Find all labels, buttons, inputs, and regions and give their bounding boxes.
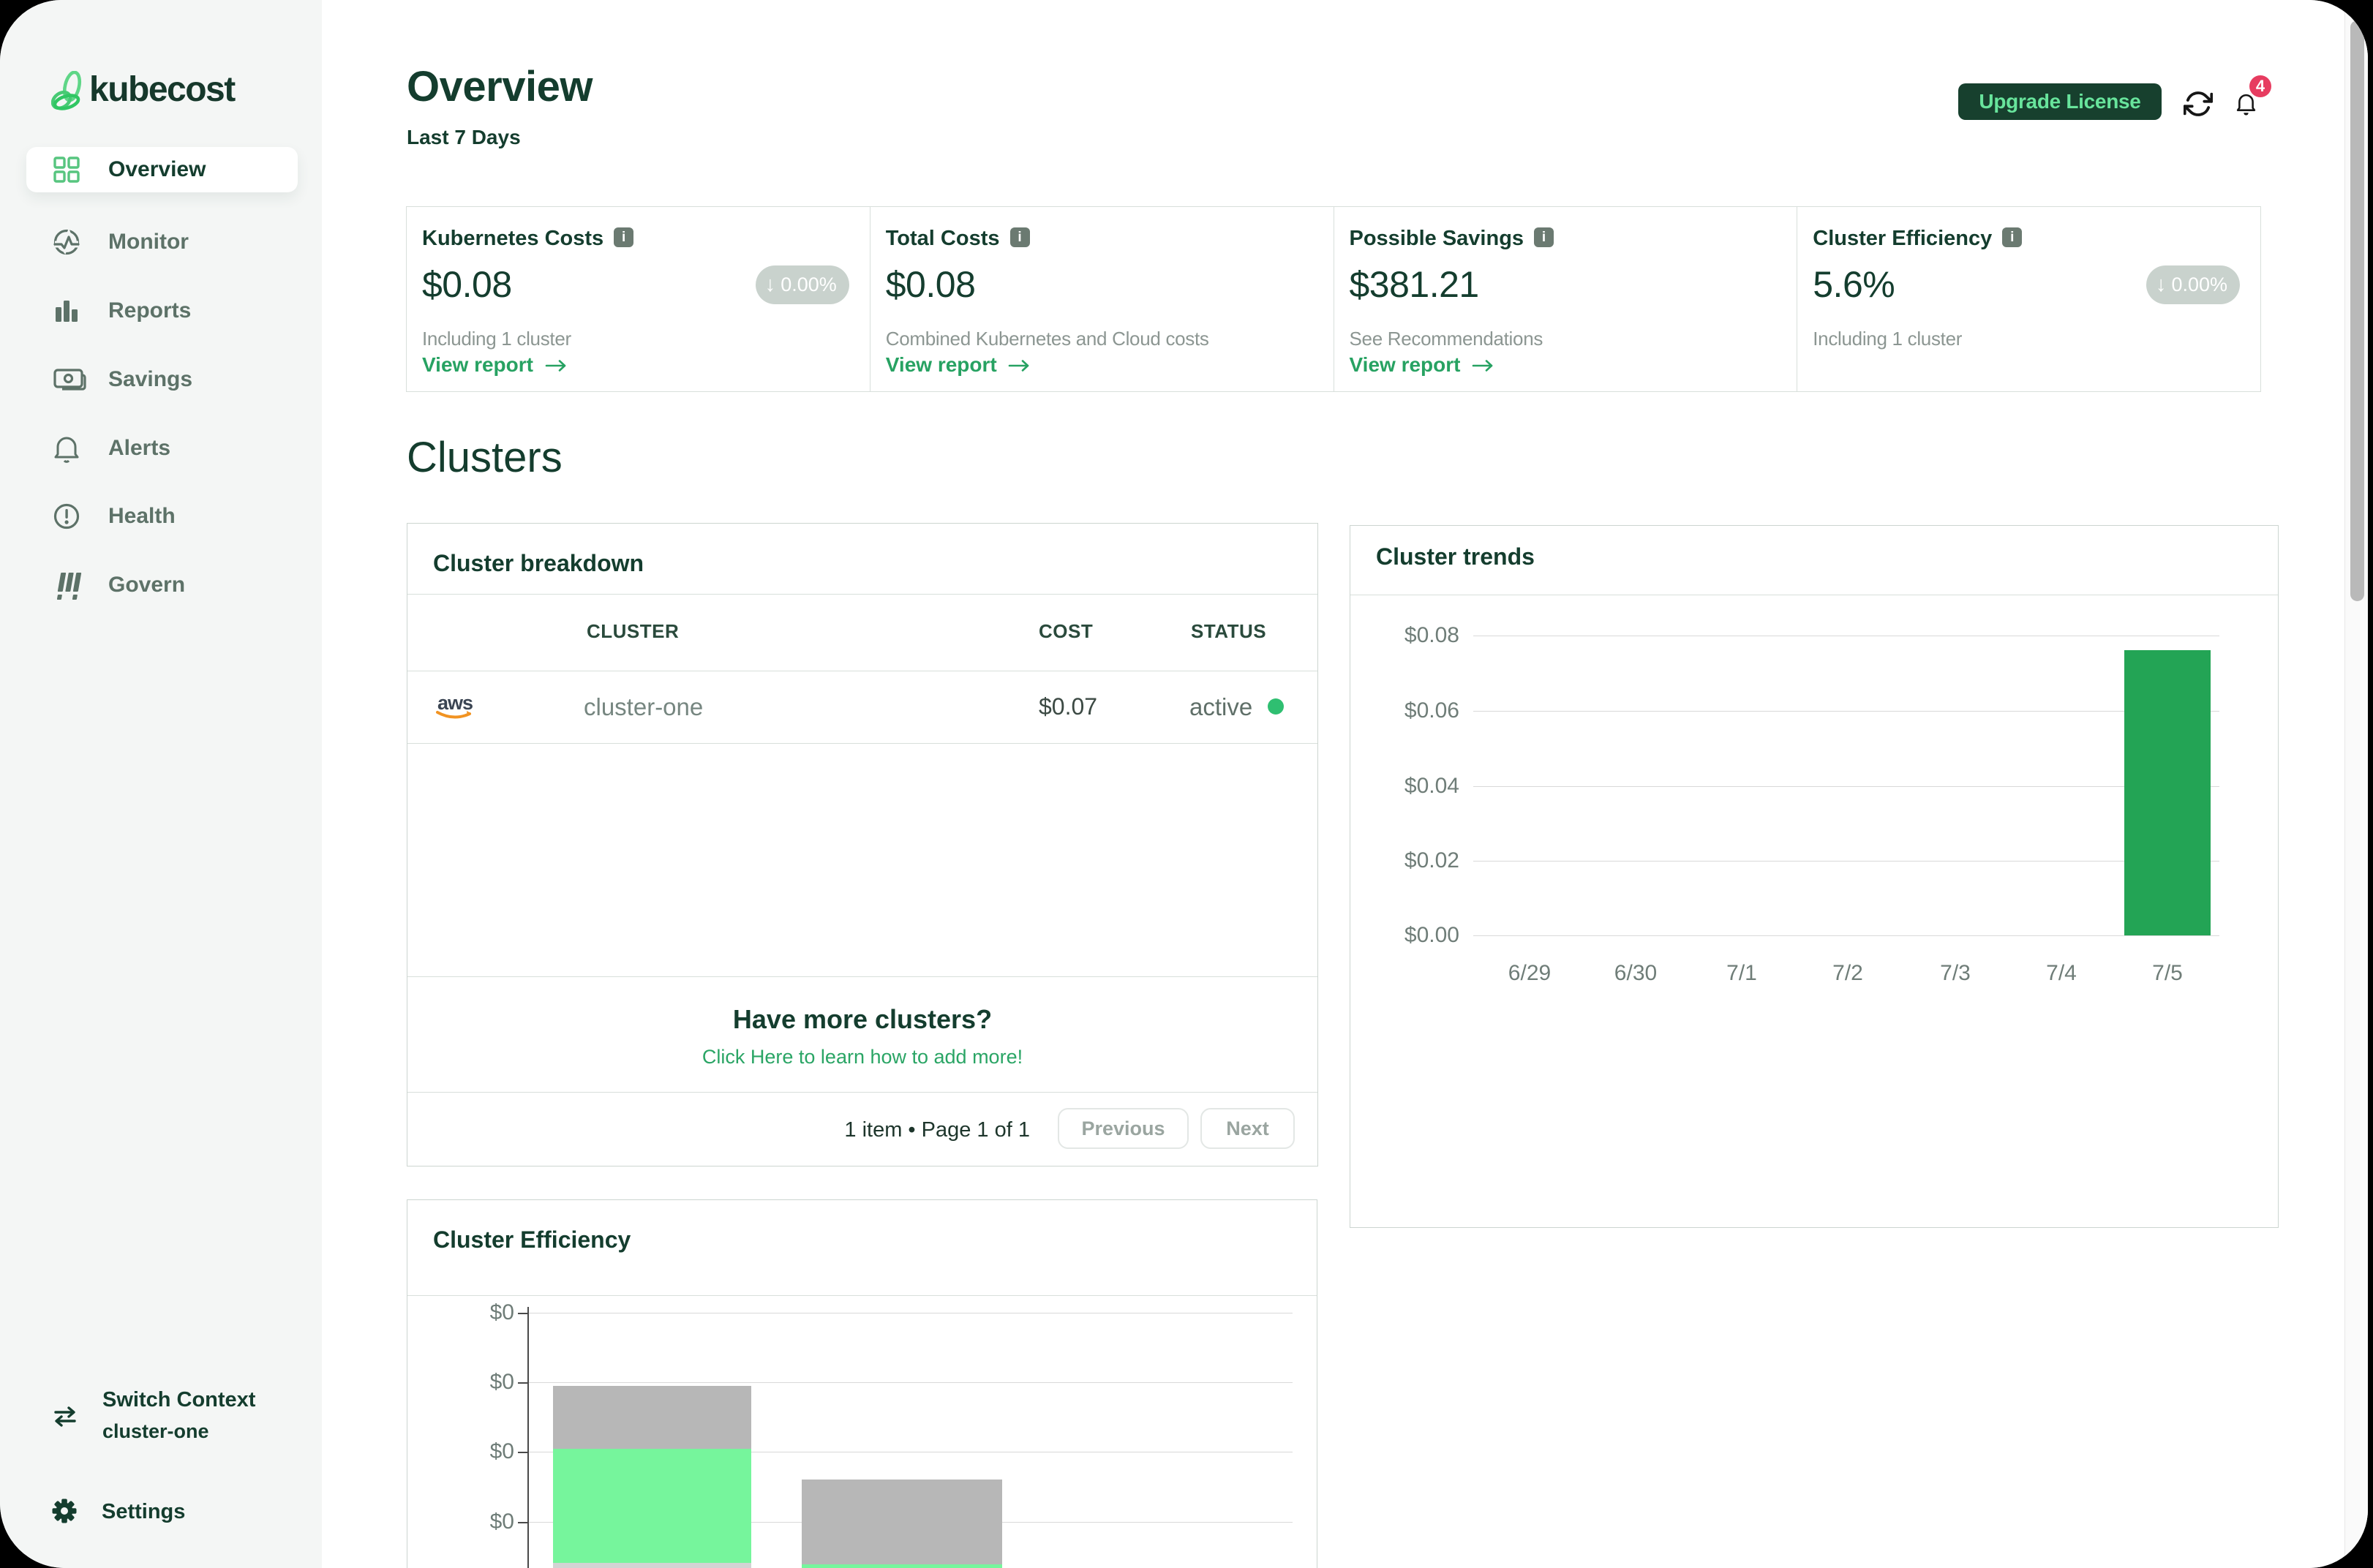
svg-text:aws: aws [437, 692, 473, 714]
